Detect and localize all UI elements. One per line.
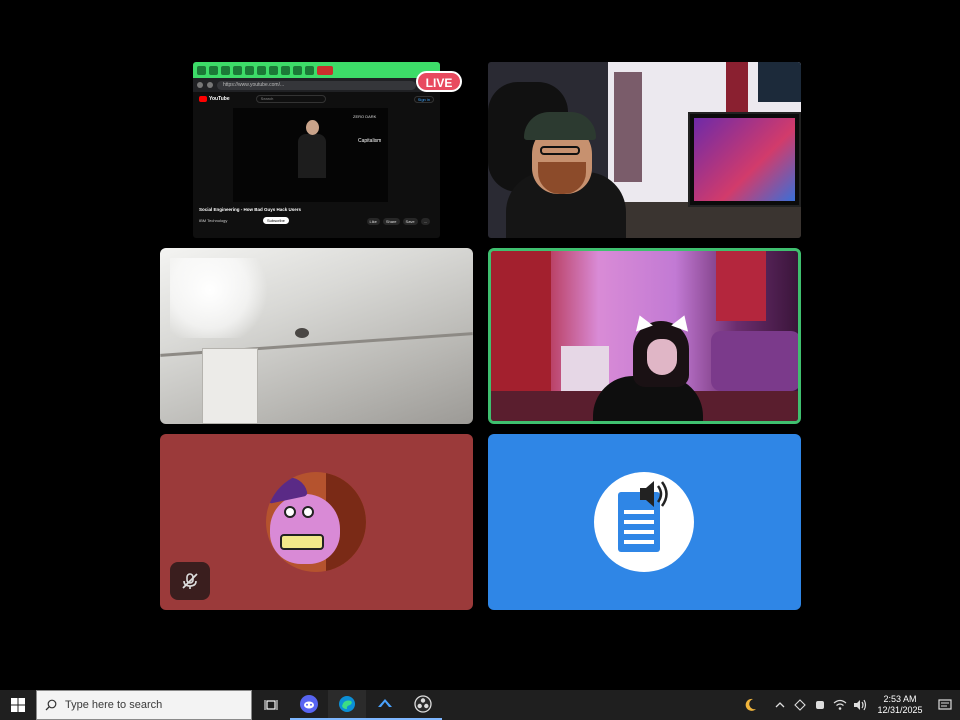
save-button[interactable]: Save <box>402 218 418 225</box>
browser-tab[interactable] <box>281 65 290 75</box>
call-stage: https://www.youtube.com/... YouTube Sear… <box>0 0 960 690</box>
tray-app-icon[interactable] <box>810 690 830 720</box>
video-actions: Like Share Save ... <box>366 218 430 225</box>
browser-tab[interactable] <box>209 65 218 75</box>
browser-tab[interactable] <box>233 65 242 75</box>
participant-video-tile[interactable] <box>160 248 473 424</box>
screen-share-tile[interactable]: https://www.youtube.com/... YouTube Sear… <box>193 62 440 238</box>
browser-tab-active[interactable] <box>317 65 333 75</box>
browser-tab[interactable] <box>221 65 230 75</box>
subscribe-button[interactable]: Subscribe <box>263 217 289 224</box>
browser-tab[interactable] <box>269 65 278 75</box>
discord-icon[interactable] <box>290 690 328 720</box>
weather-moon-icon[interactable] <box>730 690 770 720</box>
video-player[interactable] <box>233 108 388 202</box>
browser-tab[interactable] <box>257 65 266 75</box>
search-icon <box>45 699 57 711</box>
avatar <box>266 472 366 572</box>
system-tray: 2:53 AM 12/31/2025 <box>730 690 960 720</box>
windows-start-icon[interactable] <box>0 690 36 720</box>
browser-tab[interactable] <box>245 65 254 75</box>
participant-video-tile-speaking[interactable] <box>488 248 801 424</box>
edge-icon[interactable] <box>328 690 366 720</box>
reload-icon[interactable] <box>207 82 213 88</box>
participant-avatar-tile[interactable] <box>160 434 473 610</box>
taskbar-search-input[interactable]: Type here to search <box>36 690 252 720</box>
participant-avatar-tile[interactable] <box>488 434 801 610</box>
obs-icon[interactable] <box>404 690 442 720</box>
browser-tab-strip <box>193 62 440 78</box>
sign-in-button[interactable]: Sign in <box>413 95 434 103</box>
back-icon[interactable] <box>197 82 203 88</box>
system-clock[interactable]: 2:53 AM 12/31/2025 <box>870 694 930 716</box>
clock-time: 2:53 AM <box>883 694 917 704</box>
monitor-in-scene <box>688 112 801 207</box>
video-overlay-text: Capitalism <box>358 138 382 144</box>
like-button[interactable]: Like <box>366 218 380 225</box>
youtube-header: YouTube Search Sign in <box>193 92 440 106</box>
url-field[interactable]: https://www.youtube.com/... <box>217 80 416 90</box>
avatar <box>594 472 694 572</box>
youtube-logo[interactable]: YouTube <box>199 96 230 102</box>
video-title: Social Engineering - How Bad Guys Hack U… <box>199 207 302 212</box>
browser-tab[interactable] <box>293 65 302 75</box>
browser-tab[interactable] <box>305 65 314 75</box>
task-view-icon[interactable] <box>252 690 290 720</box>
video-overlay-text: ZERO DARK <box>353 114 377 119</box>
browser-address-bar: https://www.youtube.com/... <box>193 78 440 92</box>
browser-tab[interactable] <box>197 65 206 75</box>
participant-video-tile[interactable] <box>488 62 801 238</box>
tray-app-icon[interactable] <box>790 690 810 720</box>
clock-date: 12/31/2025 <box>877 705 923 715</box>
network-icon[interactable] <box>830 690 850 720</box>
speaking-document-icon <box>618 481 668 552</box>
windows-taskbar: Type here to search 2:53 AM 12/31/2025 <box>0 690 960 720</box>
chevron-up-icon[interactable] <box>770 690 790 720</box>
more-button[interactable]: ... <box>420 218 430 225</box>
notification-icon[interactable] <box>930 699 960 711</box>
presenter-figure <box>296 118 328 178</box>
share-button[interactable]: Share <box>382 218 400 225</box>
volume-icon[interactable] <box>850 690 870 720</box>
steam-icon[interactable] <box>366 690 404 720</box>
youtube-search-input[interactable]: Search <box>255 95 326 103</box>
muted-mic-icon <box>170 562 210 600</box>
live-badge: LIVE <box>416 71 462 92</box>
channel-name[interactable]: IBM Technology <box>199 218 227 223</box>
